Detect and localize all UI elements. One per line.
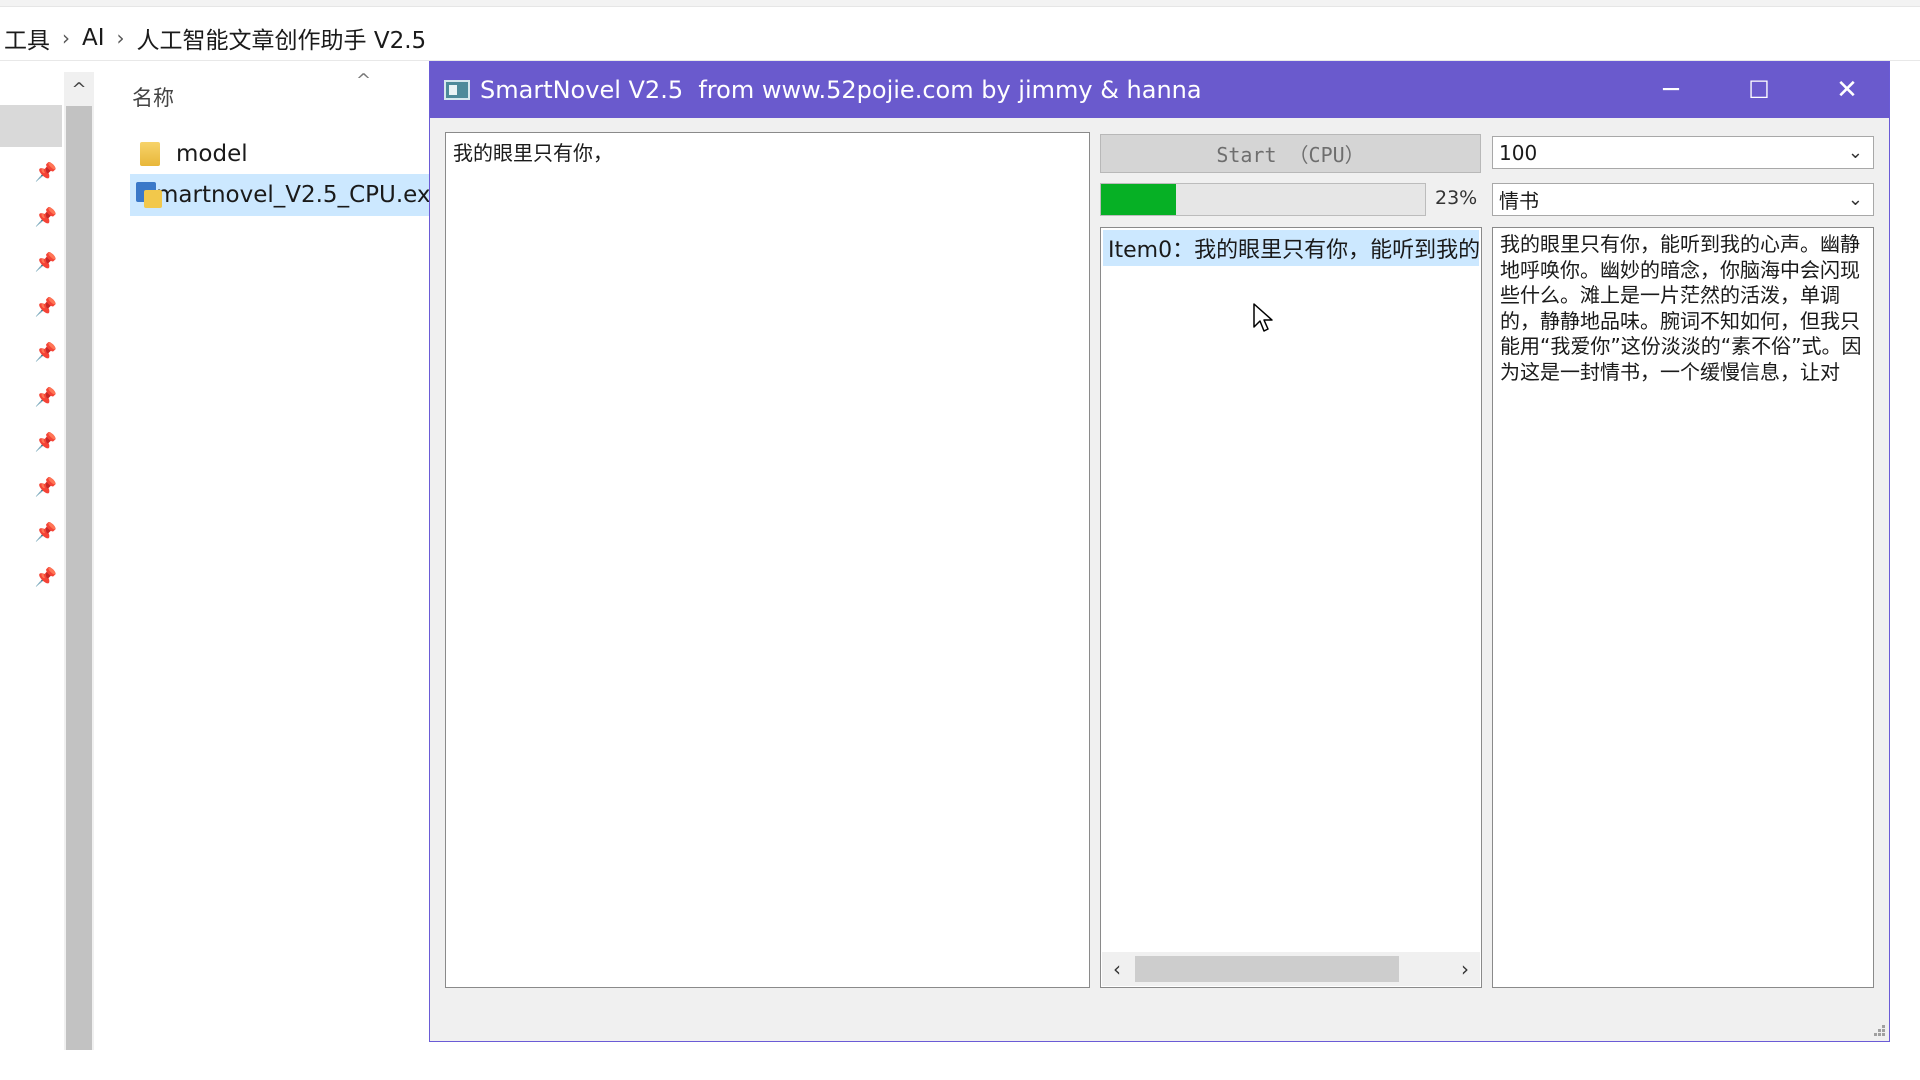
pin-icon[interactable]: 📌 xyxy=(34,295,58,319)
nav-pane-selected-item[interactable] xyxy=(0,105,62,147)
maximize-button[interactable]: ☐ xyxy=(1715,62,1803,118)
output-textarea[interactable]: 我的眼里只有你，能听到我的心声。幽静地呼唤你。幽妙的暗念，你脑海中会闪现些什么。… xyxy=(1492,227,1874,988)
start-button[interactable]: Start （CPU） xyxy=(1100,134,1481,173)
pin-icon[interactable]: 📌 xyxy=(34,340,58,364)
scroll-thumb[interactable] xyxy=(1135,956,1399,982)
file-row-model[interactable]: model xyxy=(130,133,430,175)
close-button[interactable]: ✕ xyxy=(1803,62,1891,118)
scroll-left-icon[interactable]: ‹ xyxy=(1102,952,1132,986)
window-title: SmartNovel V2.5 from www.52pojie.com by … xyxy=(480,76,1202,104)
progress-fill xyxy=(1101,184,1176,215)
scroll-up-icon[interactable]: ^ xyxy=(64,72,94,106)
horizontal-scrollbar[interactable]: ‹ › xyxy=(1102,952,1480,986)
app-icon xyxy=(444,80,470,100)
file-name: smartnovel_V2.5_CPU.exe xyxy=(144,182,430,208)
column-header-name[interactable]: 名称 xyxy=(132,82,174,112)
pin-icon[interactable]: 📌 xyxy=(34,430,58,454)
breadcrumb-separator[interactable]: › xyxy=(54,26,78,50)
input-textarea[interactable]: 我的眼里只有你， xyxy=(445,132,1090,988)
progress-percent: 23% xyxy=(1435,187,1478,209)
sort-arrow-icon: ^ xyxy=(356,70,372,91)
top-strip xyxy=(0,0,1920,7)
nav-scroll-thumb[interactable] xyxy=(66,106,92,1050)
pin-icon[interactable]: 📌 xyxy=(34,205,58,229)
file-row-exe[interactable]: smartnovel_V2.5_CPU.exe xyxy=(130,174,430,216)
resize-grip-icon[interactable] xyxy=(1872,1023,1886,1037)
scroll-right-icon[interactable]: › xyxy=(1450,952,1480,986)
file-name: model xyxy=(176,141,248,167)
breadcrumb-item-folder[interactable]: 人工智能文章创作助手 V2.5 xyxy=(133,21,431,55)
pin-icon[interactable]: 📌 xyxy=(34,520,58,544)
mouse-cursor-icon xyxy=(1253,303,1273,332)
breadcrumb: 工具 › AI › 人工智能文章创作助手 V2.5 xyxy=(0,16,1920,61)
result-list[interactable]: Item0：我的眼里只有你，能听到我的心声。 ‹ › xyxy=(1100,227,1482,988)
length-select[interactable]: 100 ⌄ xyxy=(1492,136,1874,169)
pin-icon[interactable]: 📌 xyxy=(34,475,58,499)
pin-icon[interactable]: 📌 xyxy=(34,385,58,409)
folder-icon xyxy=(140,142,160,166)
genre-select-value: 情书 xyxy=(1499,189,1539,213)
genre-select[interactable]: 情书 ⌄ xyxy=(1492,183,1874,216)
progress-bar xyxy=(1100,183,1426,216)
list-item[interactable]: Item0：我的眼里只有你，能听到我的心声。 xyxy=(1103,230,1479,266)
chevron-down-icon: ⌄ xyxy=(1847,189,1863,210)
length-select-value: 100 xyxy=(1499,140,1538,165)
chevron-down-icon: ⌄ xyxy=(1847,142,1863,163)
smartnovel-window: SmartNovel V2.5 from www.52pojie.com by … xyxy=(429,61,1890,1042)
pin-icon[interactable]: 📌 xyxy=(34,250,58,274)
breadcrumb-item-ai[interactable]: AI xyxy=(78,25,109,51)
pin-icon[interactable]: 📌 xyxy=(34,160,58,184)
pin-icon[interactable]: 📌 xyxy=(34,565,58,589)
breadcrumb-item-tools[interactable]: 工具 xyxy=(0,21,54,55)
breadcrumb-separator[interactable]: › xyxy=(109,26,133,50)
title-bar[interactable]: SmartNovel V2.5 from www.52pojie.com by … xyxy=(430,62,1889,118)
minimize-button[interactable]: ─ xyxy=(1627,62,1715,118)
